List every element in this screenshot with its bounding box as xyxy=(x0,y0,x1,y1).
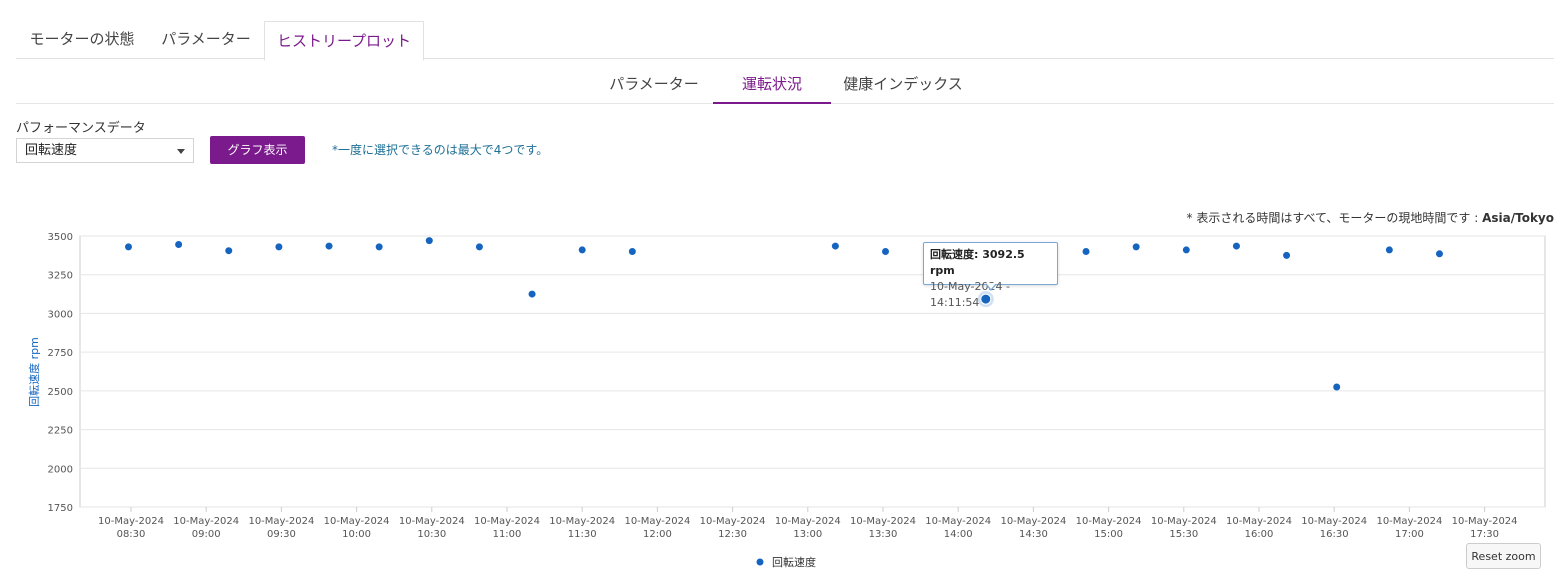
x-tick-date: 10-May-2024 xyxy=(324,516,390,527)
x-tick-date: 10-May-2024 xyxy=(98,516,164,527)
x-tick-time: 16:30 xyxy=(1320,529,1349,540)
x-tick-date: 10-May-2024 xyxy=(1000,516,1066,527)
y-tick-label: 2750 xyxy=(48,348,73,359)
data-point[interactable] xyxy=(578,246,586,254)
y-tick-label: 2250 xyxy=(48,426,73,437)
x-tick-time: 17:00 xyxy=(1395,529,1424,540)
data-tooltip: 回転速度: 3092.5 rpm 10-May-2024 - 14:11:54 xyxy=(923,242,1058,309)
x-tick-time: 17:30 xyxy=(1470,529,1499,540)
x-tick-time: 15:30 xyxy=(1169,529,1198,540)
data-point[interactable] xyxy=(628,247,636,255)
x-tick-date: 10-May-2024 xyxy=(850,516,916,527)
data-point[interactable] xyxy=(831,242,839,250)
x-tick-date: 10-May-2024 xyxy=(700,516,766,527)
data-point[interactable] xyxy=(528,290,536,298)
x-tick-time: 13:30 xyxy=(869,529,898,540)
tooltip-series-label: 回転速度: xyxy=(930,248,979,261)
x-tick-date: 10-May-2024 xyxy=(925,516,991,527)
y-axis-title: 回転速度 rpm xyxy=(27,337,41,407)
reset-zoom-button[interactable]: Reset zoom xyxy=(1466,543,1541,569)
data-point[interactable] xyxy=(225,247,233,255)
x-tick-time: 11:00 xyxy=(493,529,522,540)
x-tick-date: 10-May-2024 xyxy=(173,516,239,527)
x-tick-date: 10-May-2024 xyxy=(1301,516,1367,527)
data-point[interactable] xyxy=(1333,383,1341,391)
x-tick-date: 10-May-2024 xyxy=(1076,516,1142,527)
tooltip-arrow-fill xyxy=(986,283,996,289)
x-tick-time: 12:30 xyxy=(718,529,747,540)
x-tick-date: 10-May-2024 xyxy=(1151,516,1217,527)
data-point[interactable] xyxy=(1385,246,1393,254)
tooltip-value-line: 回転速度: 3092.5 rpm xyxy=(930,247,1051,279)
x-tick-date: 10-May-2024 xyxy=(248,516,314,527)
x-tick-time: 09:30 xyxy=(267,529,296,540)
chart-gridlines xyxy=(79,235,1546,508)
x-tick-time: 13:00 xyxy=(793,529,822,540)
x-tick-date: 10-May-2024 xyxy=(624,516,690,527)
y-tick-label: 2500 xyxy=(48,387,73,398)
data-point[interactable] xyxy=(1232,242,1240,250)
data-point[interactable] xyxy=(1132,243,1140,251)
x-axis: 10-May-2024 08:30 10-May-2024 09:00 10-May-2… xyxy=(98,507,1518,540)
y-tick-label: 3000 xyxy=(48,309,73,320)
x-tick-time: 15:00 xyxy=(1094,529,1123,540)
x-tick-time: 08:30 xyxy=(117,529,146,540)
x-tick-date: 10-May-2024 xyxy=(474,516,540,527)
x-tick-date: 10-May-2024 xyxy=(1452,516,1518,527)
data-point[interactable] xyxy=(475,243,483,251)
data-point[interactable] xyxy=(1435,250,1443,258)
data-point[interactable] xyxy=(882,247,890,255)
x-tick-time: 14:00 xyxy=(944,529,973,540)
x-tick-date: 10-May-2024 xyxy=(399,516,465,527)
speed-scatter-chart[interactable]: 1750 2000 2250 2500 2750 3000 3250 3500 10-May-… xyxy=(0,0,1560,579)
x-tick-date: 10-May-2024 xyxy=(775,516,841,527)
y-tick-label: 3250 xyxy=(48,271,73,282)
y-tick-label: 2000 xyxy=(48,464,73,475)
legend-label: 回転速度 xyxy=(772,555,816,569)
x-tick-date: 10-May-2024 xyxy=(1376,516,1442,527)
chart-legend[interactable]: 回転速度 xyxy=(756,555,817,569)
data-point[interactable] xyxy=(325,242,333,250)
legend-marker xyxy=(756,558,764,566)
y-tick-label: 3500 xyxy=(48,232,73,243)
data-point[interactable] xyxy=(275,243,283,251)
data-point[interactable] xyxy=(124,243,132,251)
x-tick-time: 16:00 xyxy=(1245,529,1274,540)
x-tick-time: 09:00 xyxy=(192,529,221,540)
data-point[interactable] xyxy=(175,241,183,249)
x-tick-time: 12:00 xyxy=(643,529,672,540)
plot-area-border xyxy=(79,235,1546,508)
x-tick-time: 10:30 xyxy=(417,529,446,540)
y-axis: 1750 2000 2250 2500 2750 3000 3250 3500 xyxy=(48,232,73,514)
x-tick-date: 10-May-2024 xyxy=(1226,516,1292,527)
data-point[interactable] xyxy=(1182,246,1190,254)
x-tick-time: 11:30 xyxy=(568,529,597,540)
x-tick-time: 14:30 xyxy=(1019,529,1048,540)
x-tick-date: 10-May-2024 xyxy=(549,516,615,527)
data-point[interactable] xyxy=(1082,247,1090,255)
data-point[interactable] xyxy=(375,243,383,251)
x-tick-time: 10:00 xyxy=(342,529,371,540)
y-tick-label: 1750 xyxy=(48,503,73,514)
data-point[interactable] xyxy=(425,237,433,245)
data-point[interactable] xyxy=(1283,251,1291,259)
